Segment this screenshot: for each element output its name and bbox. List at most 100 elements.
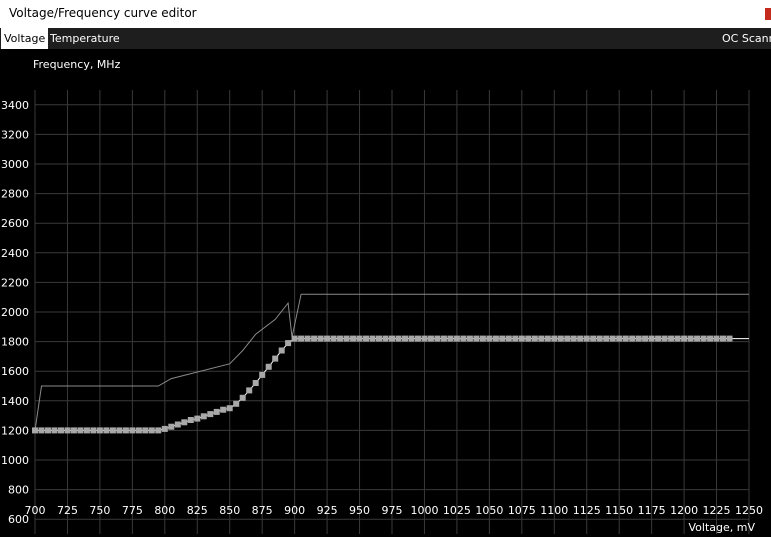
curve-point-handle[interactable] <box>466 335 473 342</box>
curve-point-handle[interactable] <box>77 427 84 434</box>
curve-point-handle[interactable] <box>233 400 240 407</box>
curve-point-handle[interactable] <box>460 335 467 342</box>
curve-point-handle[interactable] <box>129 427 136 434</box>
curve-point-handle[interactable] <box>531 335 538 342</box>
curve-point-handle[interactable] <box>415 335 421 342</box>
curve-point-handle[interactable] <box>427 335 434 342</box>
curve-point-handle[interactable] <box>486 335 493 342</box>
curve-point-handle[interactable] <box>642 335 649 342</box>
curve-point-handle[interactable] <box>96 427 103 434</box>
curve-point-handle[interactable] <box>161 425 168 432</box>
curve-point-handle[interactable] <box>337 335 344 342</box>
curve-point-handle[interactable] <box>635 335 642 342</box>
curve-point-handle[interactable] <box>499 335 506 342</box>
curve-point-handle[interactable] <box>226 405 233 412</box>
curve-point-handle[interactable] <box>655 335 662 342</box>
curve-point-handle[interactable] <box>408 335 415 342</box>
curve-point-handle[interactable] <box>155 427 162 434</box>
curve-point-handle[interactable] <box>525 335 532 342</box>
curve-point-handle[interactable] <box>32 427 38 434</box>
curve-point-handle[interactable] <box>324 335 331 342</box>
curve-point-handle[interactable] <box>135 427 142 434</box>
curve-point-handle[interactable] <box>479 335 486 342</box>
curve-point-handle[interactable] <box>187 417 194 423</box>
curve-point-handle[interactable] <box>590 335 597 342</box>
curve-point-handle[interactable] <box>713 335 720 342</box>
curve-point-handle[interactable] <box>681 335 688 342</box>
curve-point-handle[interactable] <box>395 335 402 342</box>
curve-point-handle[interactable] <box>570 335 577 342</box>
curve-point-handle[interactable] <box>447 335 454 342</box>
curve-point-handle[interactable] <box>363 335 369 342</box>
curve-point-handle[interactable] <box>661 335 668 342</box>
curve-point-handle[interactable] <box>583 335 590 342</box>
curve-point-handle[interactable] <box>51 427 58 434</box>
curve-point-handle[interactable] <box>207 411 214 418</box>
curve-point-handle[interactable] <box>596 335 603 342</box>
curve-point-handle[interactable] <box>200 413 207 420</box>
curve-point-handle[interactable] <box>194 415 201 422</box>
curve-point-handle[interactable] <box>265 363 272 370</box>
curve-point-handle[interactable] <box>376 335 382 342</box>
curve-point-handle[interactable] <box>674 335 681 342</box>
curve-point-handle[interactable] <box>551 335 558 342</box>
curve-point-handle[interactable] <box>518 335 525 342</box>
curve-point-handle[interactable] <box>272 355 279 362</box>
curve-point-handle[interactable] <box>453 335 460 342</box>
curve-point-handle[interactable] <box>421 335 428 342</box>
curve-point-handle[interactable] <box>557 335 564 342</box>
curve-point-handle[interactable] <box>726 335 733 342</box>
curve-point-handle[interactable] <box>246 387 253 394</box>
curve-point-handle[interactable] <box>492 335 499 342</box>
curve-point-handle[interactable] <box>103 427 110 434</box>
curve-point-handle[interactable] <box>259 371 266 378</box>
curve-point-handle[interactable] <box>629 335 636 342</box>
curve-point-handle[interactable] <box>291 335 298 342</box>
curve-point-handle[interactable] <box>538 335 545 342</box>
curve-point-handle[interactable] <box>168 423 175 430</box>
curve-point-handle[interactable] <box>434 335 441 342</box>
curve-point-handle[interactable] <box>70 427 77 434</box>
curve-point-handle[interactable] <box>505 335 512 342</box>
curve-point-handle[interactable] <box>239 394 246 401</box>
curve-point-handle[interactable] <box>109 427 116 434</box>
curve-point-handle[interactable] <box>122 427 129 434</box>
curve-point-handle[interactable] <box>603 335 610 342</box>
tab-temperature[interactable]: Temperature <box>47 28 123 49</box>
curve-point-handle[interactable] <box>311 335 318 342</box>
curve-point-handle[interactable] <box>512 335 519 342</box>
curve-point-handle[interactable] <box>440 335 447 342</box>
curve-point-handle[interactable] <box>174 421 181 428</box>
curve-point-handle[interactable] <box>356 335 363 342</box>
curve-point-handle[interactable] <box>544 335 551 342</box>
curve-point-handle[interactable] <box>58 427 64 434</box>
curve-point-handle[interactable] <box>148 427 155 434</box>
tab-oc-scanner[interactable]: OC Scann <box>719 28 771 49</box>
curve-point-handle[interactable] <box>648 335 655 342</box>
curve-point-handle[interactable] <box>609 335 616 342</box>
curve-point-handle[interactable] <box>473 335 480 342</box>
curve-point-handle[interactable] <box>213 408 220 415</box>
curve-point-handle[interactable] <box>285 340 292 347</box>
curve-point-handle[interactable] <box>90 427 97 434</box>
curve-point-handle[interactable] <box>402 335 408 342</box>
curve-point-handle[interactable] <box>83 427 90 434</box>
curve-point-handle[interactable] <box>622 335 629 342</box>
curve-point-handle[interactable] <box>687 335 694 342</box>
curve-point-handle[interactable] <box>668 335 675 342</box>
curve-point-handle[interactable] <box>317 335 324 342</box>
curve-point-handle[interactable] <box>700 335 707 342</box>
curve-point-handle[interactable] <box>181 419 188 426</box>
curve-point-handle[interactable] <box>298 335 305 342</box>
curve-point-handle[interactable] <box>330 335 337 342</box>
curve-point-handle[interactable] <box>220 406 227 413</box>
curve-point-handle[interactable] <box>304 335 311 342</box>
curve-point-handle[interactable] <box>343 335 350 342</box>
curve-point-handle[interactable] <box>577 335 584 342</box>
curve-point-handle[interactable] <box>278 347 285 354</box>
tab-voltage[interactable]: Voltage <box>1 28 49 49</box>
curve-point-handle[interactable] <box>564 335 571 342</box>
curve-point-handle[interactable] <box>616 335 623 342</box>
vf-curve-chart[interactable]: Frequency, MHz 6008001000120014001600180… <box>0 49 771 537</box>
curve-point-handle[interactable] <box>694 335 701 342</box>
